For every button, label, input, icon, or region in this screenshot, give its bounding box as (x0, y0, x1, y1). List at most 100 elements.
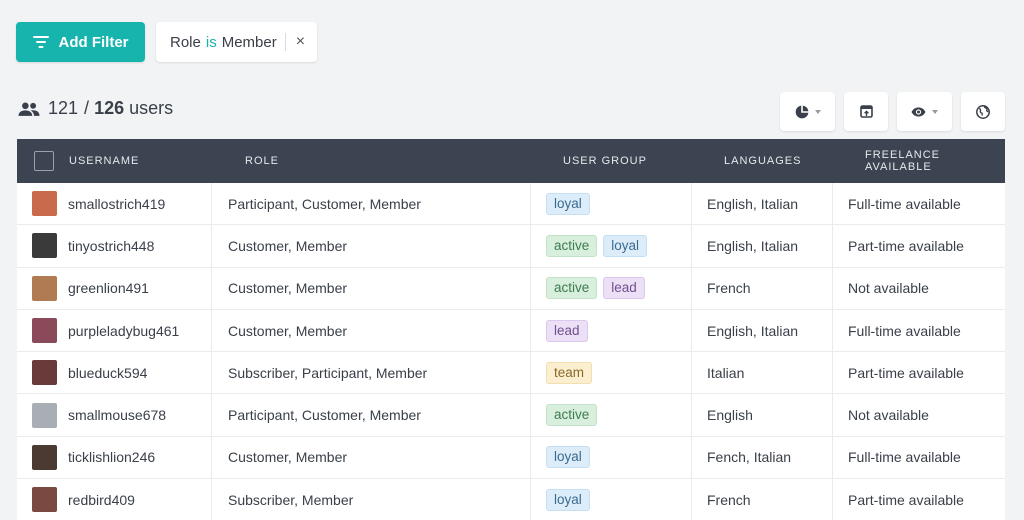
group-tag[interactable]: active (546, 404, 598, 427)
count-unit: users (129, 98, 174, 118)
group-tag[interactable]: active (546, 234, 598, 257)
header-role[interactable]: ROLE (229, 139, 548, 183)
table-row[interactable]: smallostrich419 Participant, Customer, Me… (17, 183, 1005, 226)
freelance-cell: Part-time available (848, 491, 964, 508)
pie-chart-icon (795, 105, 808, 118)
avatar[interactable] (32, 444, 57, 470)
role-cell: Participant, Customer, Member (212, 394, 531, 436)
group-tag[interactable]: team (546, 361, 593, 384)
chevron-down-icon (932, 109, 938, 114)
visibility-button[interactable] (897, 92, 952, 131)
shown-count: 121 (48, 98, 79, 118)
close-icon[interactable]: × (296, 34, 305, 50)
role-cell: Customer, Member (212, 267, 531, 309)
freelance-cell: Part-time available (848, 237, 964, 254)
chart-button[interactable] (780, 92, 835, 131)
freelance-cell: Part-time available (848, 364, 964, 381)
freelance-cell: Full-time available (848, 322, 961, 339)
avatar[interactable] (32, 275, 57, 301)
user-group-cell: loyal (531, 183, 692, 225)
username[interactable]: blueduck594 (68, 365, 147, 381)
username[interactable]: smallostrich419 (68, 196, 165, 212)
group-tag[interactable]: loyal (546, 192, 590, 215)
header-languages[interactable]: LANGUAGES (709, 139, 850, 183)
username[interactable]: redbird409 (68, 492, 135, 508)
filter-chip-field: Role (170, 33, 201, 51)
users-icon (18, 101, 40, 116)
table-row[interactable]: greenlion491 Customer, Member active lead Fr… (17, 267, 1005, 310)
table-row[interactable]: redbird409 Subscriber, Member loyal French P… (17, 479, 1005, 520)
users-table: USERNAME ROLE USER GROUP LANGUAGES FREEL… (17, 139, 1005, 520)
username[interactable]: ticklishlion246 (68, 449, 155, 465)
username[interactable]: purpleladybug461 (68, 323, 179, 339)
add-filter-label: Add Filter (58, 33, 129, 51)
filter-chip-divider (284, 33, 286, 51)
username[interactable]: greenlion491 (68, 280, 149, 296)
avatar[interactable] (32, 191, 57, 217)
role-cell: Subscriber, Participant, Member (212, 352, 531, 394)
username-cell: greenlion491 (17, 267, 212, 309)
user-count: 121 / 126 users (18, 98, 173, 119)
languages-cell: French (692, 479, 833, 520)
group-tag[interactable]: lead (603, 277, 645, 300)
header-user-group[interactable]: USER GROUP (548, 139, 709, 183)
avatar[interactable] (32, 487, 57, 513)
languages-cell: English, Italian (692, 225, 833, 267)
username[interactable]: smallmouse678 (68, 407, 166, 423)
username-cell: ticklishlion246 (17, 436, 212, 479)
table-row[interactable]: blueduck594 Subscriber, Participant, Memb… (17, 352, 1005, 395)
user-group-cell: lead (531, 309, 692, 352)
header-username[interactable]: USERNAME (54, 139, 229, 183)
username[interactable]: tinyostrich448 (68, 238, 154, 254)
add-filter-button[interactable]: Add Filter (16, 22, 145, 62)
language-button[interactable] (961, 92, 1005, 131)
filter-chip[interactable]: Role is Member × (156, 22, 318, 62)
filter-bar: Add Filter Role is Member × (16, 22, 318, 62)
group-tag[interactable]: lead (546, 319, 588, 342)
avatar[interactable] (32, 233, 57, 259)
group-tag[interactable]: loyal (546, 446, 590, 469)
user-group-cell: active loyal (531, 225, 692, 267)
group-tag[interactable]: loyal (603, 234, 648, 257)
table-row[interactable]: tinyostrich448 Customer, Member active loya… (17, 225, 1005, 268)
table-header: USERNAME ROLE USER GROUP LANGUAGES FREEL… (17, 139, 1005, 183)
group-tag[interactable]: loyal (546, 488, 590, 511)
freelance-cell: Not available (848, 280, 929, 297)
table-toolbar (780, 92, 1005, 131)
count-separator: / (84, 98, 90, 118)
user-group-cell: team (531, 352, 692, 394)
freelance-cell: Full-time available (848, 449, 961, 466)
select-all-checkbox[interactable] (34, 151, 54, 171)
avatar[interactable] (32, 360, 57, 386)
filter-chip-operator: is (205, 33, 217, 51)
globe-icon (976, 104, 990, 119)
languages-cell: French (692, 267, 833, 309)
languages-cell: English, Italian (692, 183, 833, 225)
role-cell: Customer, Member (212, 309, 531, 352)
username-cell: smallostrich419 (17, 183, 212, 225)
languages-cell: English, Italian (692, 309, 833, 352)
group-tag[interactable]: active (546, 277, 598, 300)
header-freelance[interactable]: FREELANCE AVAILABLE (850, 139, 1005, 183)
username-cell: purpleladybug461 (17, 309, 212, 352)
select-all-cell (17, 139, 54, 183)
filter-icon (32, 36, 49, 48)
export-icon (859, 105, 873, 118)
export-button[interactable] (844, 92, 888, 131)
role-cell: Participant, Customer, Member (212, 183, 531, 225)
table-body: smallostrich419 Participant, Customer, Me… (17, 183, 1005, 520)
table-row[interactable]: smallmouse678 Participant, Customer, Memb… (17, 394, 1005, 437)
freelance-cell: Not available (848, 407, 929, 424)
eye-icon (911, 107, 926, 116)
username-cell: blueduck594 (17, 352, 212, 394)
avatar[interactable] (32, 402, 57, 428)
filter-chip-value: Member (221, 33, 277, 51)
user-group-cell: loyal (531, 436, 692, 479)
username-cell: tinyostrich448 (17, 225, 212, 267)
table-row[interactable]: ticklishlion246 Customer, Member loyal Fenc… (17, 436, 1005, 480)
user-group-cell: active (531, 394, 692, 436)
chevron-down-icon (814, 109, 821, 114)
languages-cell: Fench, Italian (692, 436, 833, 479)
table-row[interactable]: purpleladybug461 Customer, Member lead Engl… (17, 309, 1005, 353)
avatar[interactable] (32, 318, 57, 344)
